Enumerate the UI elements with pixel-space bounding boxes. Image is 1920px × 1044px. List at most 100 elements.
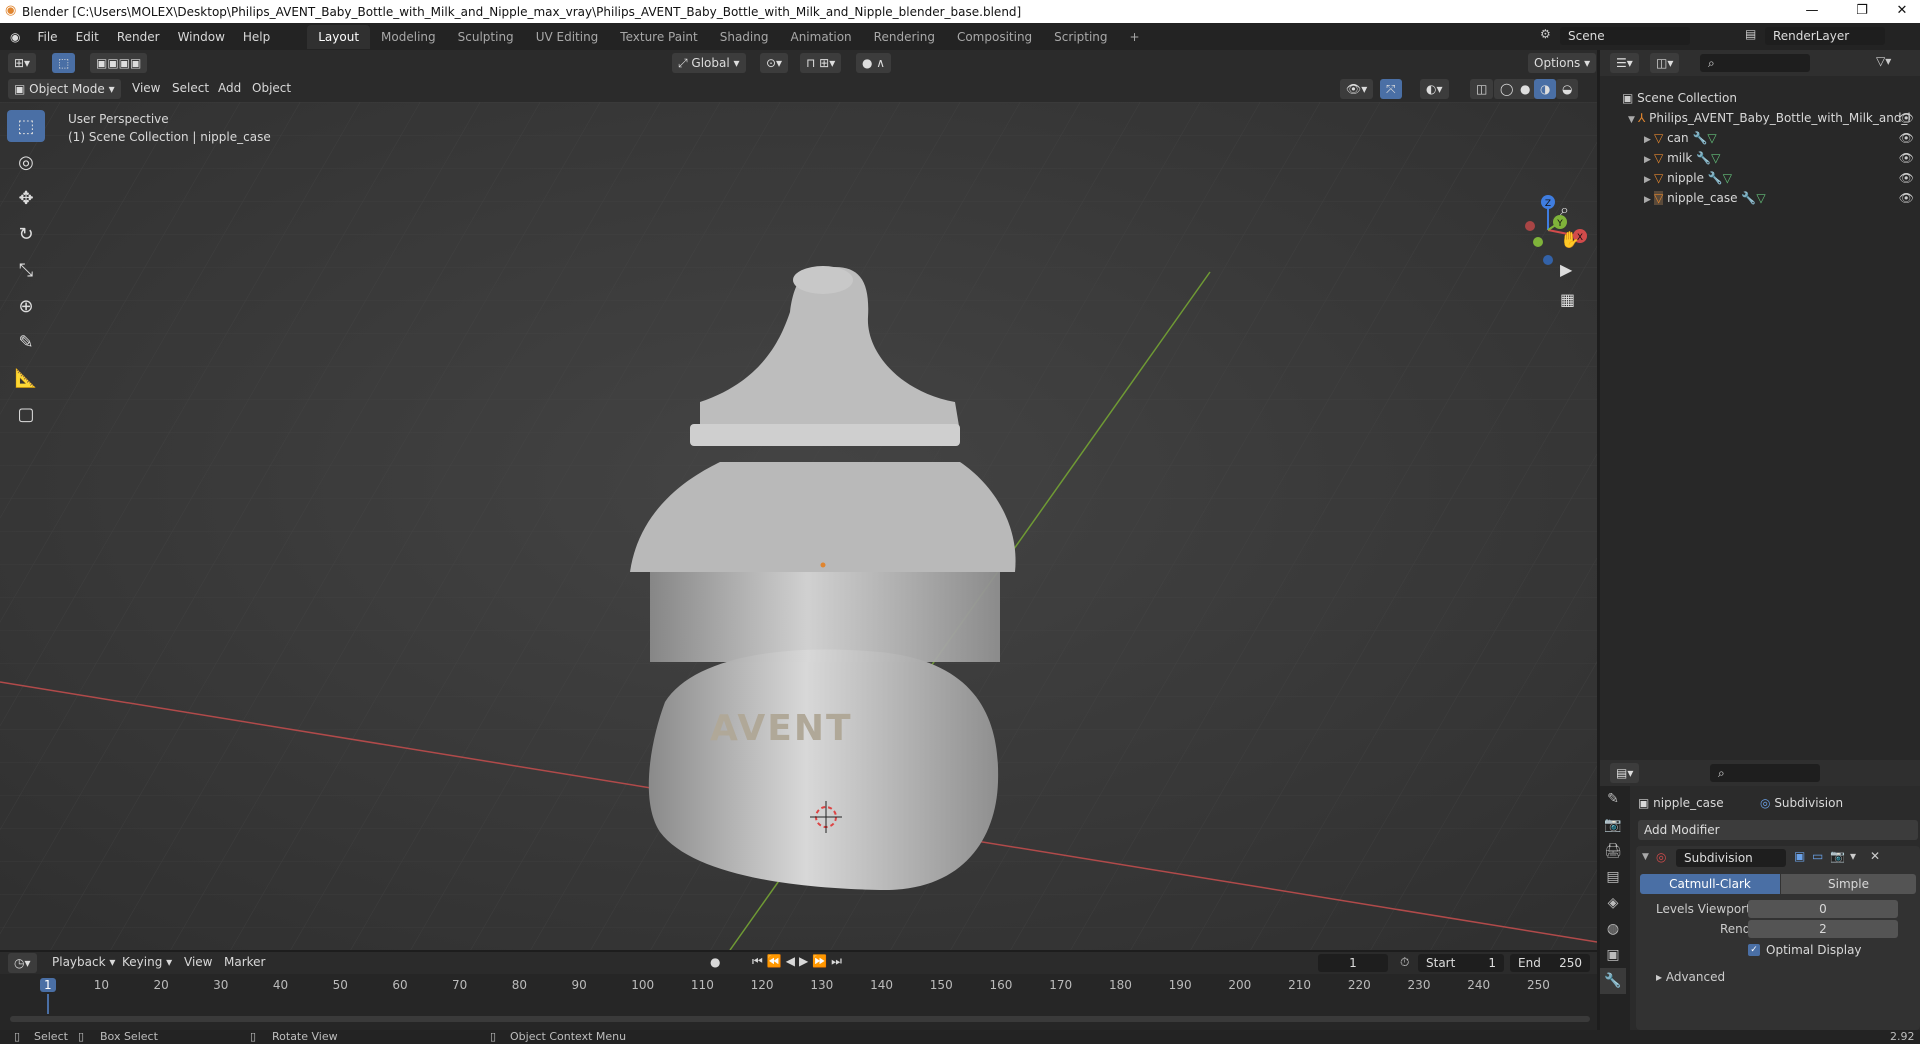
pivot-icon[interactable]: ⊙▾ [760,53,789,73]
menu-window[interactable]: Window [169,30,234,44]
tab-layout[interactable]: Layout [307,24,371,49]
timeline-ruler[interactable]: 1 10 20 30 40 50 60 70 80 90 100 110 120 130 140 150 160… [0,974,1597,1014]
restore-icon[interactable]: ❐ [1840,0,1884,23]
xray-icon[interactable]: ◫ [1470,79,1494,99]
outliner-item-nipple[interactable]: ▶ ▽ nipple 🔧▽ 👁 [1622,168,1920,188]
collection-row[interactable]: ▼ ⅄ Philips_AVENT_Baby_Bottle_with_Milk_a… [1622,108,1920,128]
annotate-tool-icon[interactable]: ✎ [7,326,45,358]
tab-uv-editing[interactable]: UV Editing [525,25,610,49]
object-tab-icon[interactable]: ▣ [1600,942,1626,968]
levels-viewport-field[interactable]: 0 [1748,900,1898,918]
visibility-icon[interactable]: 👁▾ [1340,79,1374,99]
view-layer-tab-icon[interactable]: ▤ [1600,864,1626,890]
menu-object[interactable]: Object [252,81,291,95]
add-modifier-button[interactable]: Add Modifier [1638,820,1918,840]
ortho-grid-icon[interactable]: ▦ [1560,290,1575,309]
modifier-name-field[interactable]: Subdivision [1676,849,1786,867]
eye-icon[interactable]: 👁 [1899,168,1914,188]
overlay-icon[interactable]: ◐▾ [1420,79,1449,99]
renderlayer-field[interactable]: RenderLayer [1765,27,1885,45]
camera-icon[interactable]: ▶ [1560,260,1572,279]
outliner-search-icon[interactable]: ⌕ [1700,54,1810,72]
menu-select[interactable]: Select [172,81,209,95]
playback-controls-icon[interactable]: ⏮⏪◀▶⏩⏭ [752,954,846,969]
playhead[interactable] [47,994,49,1014]
world-tab-icon[interactable]: ◍ [1600,916,1626,942]
scene-field[interactable]: Scene [1560,27,1690,45]
editor-type-icon[interactable]: ⊞▾ [8,53,37,73]
expand-icon[interactable]: ▶ [1644,190,1654,210]
display-mode-icon[interactable]: ◫▾ [1650,53,1680,73]
measure-tool-icon[interactable]: 📐 [7,362,45,394]
tab-compositing[interactable]: Compositing [946,25,1043,49]
filter-icon[interactable]: ▽▾ [1876,54,1891,68]
scale-tool-icon[interactable]: ⤡ [7,254,45,286]
menu-file[interactable]: File [28,30,66,44]
options-button[interactable]: Options ▾ [1528,53,1597,73]
select-mode-icon[interactable]: ⬚ [52,53,76,73]
tab-texture-paint[interactable]: Texture Paint [609,25,708,49]
snap-icon[interactable]: ⊓ ⊞▾ [800,53,842,73]
properties-search-icon[interactable]: ⌕ [1710,764,1820,782]
outliner-item-can[interactable]: ▶ ▽ can 🔧▽ 👁 [1622,128,1920,148]
record-icon[interactable]: ● [710,955,720,969]
add-cube-tool-icon[interactable]: ▢ [7,398,45,430]
shading-rendered-icon[interactable]: ◒ [1556,79,1579,99]
tab-animation[interactable]: Animation [779,25,862,49]
playback-menu[interactable]: Playback ▾ [52,955,115,969]
advanced-section[interactable]: ▸ Advanced [1656,970,1725,984]
proportional-icon[interactable]: ● ∧ [856,53,892,73]
tab-rendering[interactable]: Rendering [863,25,946,49]
scene-collection-row[interactable]: ▣ Scene Collection [1622,88,1920,108]
gizmo-toggle-icon[interactable]: ⤧ [1380,79,1402,99]
outliner-editor-icon[interactable]: ☰▾ [1610,53,1639,73]
tab-modeling[interactable]: Modeling [370,25,447,49]
timeline-editor-icon[interactable]: ◷▾ [8,953,37,973]
tab-scripting[interactable]: Scripting [1043,25,1118,49]
outliner-item-milk[interactable]: ▶ ▽ milk 🔧▽ 👁 [1622,148,1920,168]
remove-modifier-icon[interactable]: ✕ [1870,849,1880,863]
eye-icon[interactable]: 👁 [1899,108,1914,128]
simple-button[interactable]: Simple [1781,874,1916,894]
blender-menu-icon[interactable]: ◉ [10,30,20,44]
add-workspace-icon[interactable]: + [1119,25,1151,49]
start-frame-field[interactable]: Start 1 [1418,954,1504,972]
menu-help[interactable]: Help [234,30,279,44]
optimal-display-checkbox[interactable]: ✓ [1748,944,1760,956]
rotate-tool-icon[interactable]: ↻ [7,218,45,250]
render-tab-icon[interactable]: 📷 [1600,812,1626,838]
eye-icon[interactable]: 👁 [1899,128,1914,148]
transform-orientation[interactable]: ⤢ Global ▾ [672,53,746,73]
scene-tab-icon[interactable]: ◈ [1600,890,1626,916]
timeline-view-menu[interactable]: View [184,955,212,969]
catmull-clark-button[interactable]: Catmull-Clark [1640,874,1780,894]
collapse-icon[interactable]: ▼ [1642,852,1649,862]
expand-icon[interactable]: ▶ [1644,130,1654,150]
menu-render[interactable]: Render [108,30,169,44]
marker-menu[interactable]: Marker [224,955,265,969]
keying-menu[interactable]: Keying ▾ [122,955,172,969]
expand-icon[interactable]: ▼ [1628,110,1638,130]
select-box-tool-icon[interactable]: ⬚ [7,110,45,142]
expand-icon[interactable]: ▶ [1644,150,1654,170]
output-tab-icon[interactable]: 🖨 [1600,838,1626,864]
move-tool-icon[interactable]: ✥ [7,182,45,214]
shading-material-icon[interactable]: ◑ [1534,79,1557,99]
mode-dropdown[interactable]: ▣ Object Mode ▾ [8,79,121,99]
transform-tool-icon[interactable]: ⊕ [7,290,45,322]
cursor-tool-icon[interactable]: ◎ [7,146,45,178]
render-levels-field[interactable]: 2 [1748,920,1898,938]
menu-edit[interactable]: Edit [67,30,108,44]
tab-shading[interactable]: Shading [709,25,780,49]
outliner-item-nipple-case[interactable]: ▶ ▽ nipple_case 🔧▽ 👁 [1622,188,1920,208]
expand-icon[interactable]: ▶ [1644,170,1654,190]
properties-editor-icon[interactable]: ▤▾ [1610,763,1640,783]
menu-add[interactable]: Add [218,81,241,95]
viewport-toggle-icon[interactable]: ▭ [1812,849,1823,863]
eye-icon[interactable]: 👁 [1899,188,1914,208]
modifier-tab-icon[interactable]: 🔧 [1600,968,1626,994]
current-frame-field[interactable]: 1 [1318,954,1388,972]
pan-hand-icon[interactable]: ✋ [1560,230,1580,249]
end-frame-field[interactable]: End 250 [1510,954,1590,972]
render-toggle-icon[interactable]: 📷 [1830,849,1845,863]
